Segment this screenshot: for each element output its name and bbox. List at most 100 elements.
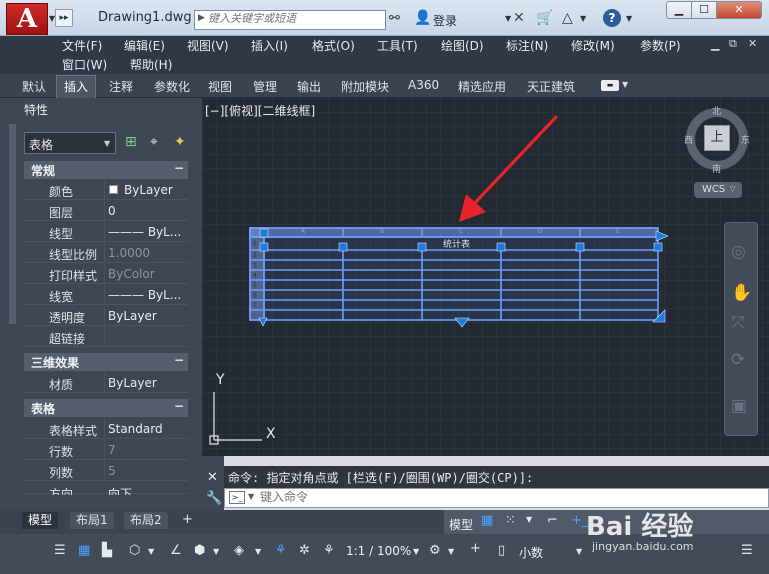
add-layout-button[interactable]: + xyxy=(182,512,193,527)
search-input[interactable] xyxy=(208,12,383,25)
zoom-extents-icon[interactable]: ⤧ xyxy=(731,313,745,333)
user-icon[interactable]: 👤 xyxy=(414,10,431,26)
annotation-monitor-icon[interactable]: + xyxy=(470,541,481,556)
snap-icon[interactable]: ⁙ xyxy=(505,513,516,528)
menu-insert[interactable]: 插入(I) xyxy=(251,37,288,54)
tab-insert[interactable]: 插入 xyxy=(64,78,88,95)
menu-dimension[interactable]: 标注(N) xyxy=(506,37,548,54)
tab-featured-apps[interactable]: 精选应用 xyxy=(458,78,506,95)
menu-lines-icon[interactable]: ☰ xyxy=(54,543,66,558)
collapse-icon[interactable]: − xyxy=(174,353,184,367)
maximize-button[interactable]: ☐ xyxy=(691,1,717,19)
toggle-pickadd-icon[interactable]: ⊞ xyxy=(125,134,137,150)
doc-minimize-button[interactable]: ▁ xyxy=(711,38,719,51)
isometric-icon[interactable]: ⬡ xyxy=(129,543,140,558)
drawing-canvas[interactable] xyxy=(202,98,769,456)
close-button[interactable]: ✕ xyxy=(716,1,762,19)
scale-caret-icon[interactable]: ▼ xyxy=(413,547,419,556)
snap-mode-icon[interactable]: ▙ xyxy=(102,543,112,558)
quick-select-icon[interactable]: ✦ xyxy=(174,134,186,150)
annotation-visibility-icon[interactable]: ⚘ xyxy=(275,543,287,558)
command-prompt-icon[interactable]: >_ xyxy=(229,491,245,504)
application-menu-button[interactable]: A xyxy=(6,3,48,35)
doc-close-button[interactable]: ✕ xyxy=(748,37,757,50)
login-caret-icon[interactable]: ▼ xyxy=(505,14,511,23)
tab-manage[interactable]: 管理 xyxy=(253,78,277,95)
workspace-gear-icon[interactable]: ⚙ xyxy=(429,543,441,558)
auto-scale-icon[interactable]: ✲ xyxy=(299,543,310,558)
ribbon-minimize-button[interactable]: ▬ xyxy=(601,80,619,91)
menu-view[interactable]: 视图(V) xyxy=(187,37,229,54)
search-expand-icon[interactable]: ▶ xyxy=(198,13,205,23)
wrench-icon[interactable]: 🔧 xyxy=(206,491,222,506)
grid-icon[interactable]: ▦ xyxy=(481,513,493,528)
cart-icon[interactable]: 🛒 xyxy=(536,10,553,26)
customize-icon[interactable]: ☰ xyxy=(741,543,753,558)
menu-file[interactable]: 文件(F) xyxy=(62,37,102,54)
tab-default[interactable]: 默认 xyxy=(22,78,46,95)
menu-draw[interactable]: 绘图(D) xyxy=(441,37,484,54)
compass-east[interactable]: 东 xyxy=(741,133,750,146)
object-snap-3d-icon[interactable]: ⬢ xyxy=(194,543,205,558)
osnap-caret-icon[interactable]: ▼ xyxy=(213,547,219,556)
annotation-scale-icon[interactable]: ⚘ xyxy=(323,543,335,558)
compass-north[interactable]: 北 xyxy=(712,104,721,117)
login-button[interactable]: 登录 xyxy=(433,12,457,29)
compass-south[interactable]: 南 xyxy=(712,162,721,175)
tab-layout2[interactable]: 布局2 xyxy=(124,512,168,529)
minimize-button[interactable]: ▁ xyxy=(666,1,692,19)
infer-constraints-icon[interactable]: ⌐ xyxy=(547,513,558,528)
showmotion-icon[interactable]: ▣ xyxy=(731,396,747,416)
a360-icon[interactable]: △ xyxy=(562,10,573,26)
menu-window[interactable]: 窗口(W) xyxy=(62,56,107,73)
viewport-controls[interactable]: [−][俯视][二维线框] xyxy=(205,102,315,119)
tab-annotate[interactable]: 注释 xyxy=(109,78,133,95)
pan-hand-icon[interactable]: ✋ xyxy=(731,283,752,303)
model-space-button[interactable]: 模型 xyxy=(449,516,473,533)
viewcube-face-top[interactable]: 上 xyxy=(704,125,730,151)
tab-output[interactable]: 输出 xyxy=(297,78,321,95)
units-value[interactable]: 小数 xyxy=(519,544,543,561)
tab-parametric[interactable]: 参数化 xyxy=(154,78,190,95)
object-snap-tracking-icon[interactable]: ◈ xyxy=(234,543,244,558)
units-caret-icon[interactable]: ▼ xyxy=(576,547,582,556)
chevron-down-icon[interactable]: ▼ xyxy=(248,492,254,501)
workspace-caret-icon[interactable]: ▼ xyxy=(448,547,454,556)
menu-format[interactable]: 格式(O) xyxy=(312,37,355,54)
tab-model[interactable]: 模型 xyxy=(22,512,59,529)
menu-parametric[interactable]: 参数(P) xyxy=(640,37,681,54)
tab-view[interactable]: 视图 xyxy=(208,78,232,95)
wcs-caret-icon[interactable]: ▽ xyxy=(730,185,735,193)
exchange-icon[interactable]: ✕ xyxy=(513,10,525,26)
tab-addins[interactable]: 附加模块 xyxy=(341,78,389,95)
select-objects-icon[interactable]: ⌖ xyxy=(150,134,158,150)
menu-edit[interactable]: 编辑(E) xyxy=(124,37,165,54)
tab-layout1[interactable]: 布局1 xyxy=(70,512,114,529)
menu-help[interactable]: 帮助(H) xyxy=(130,56,172,73)
help-button[interactable]: ? xyxy=(603,9,621,27)
tab-a360[interactable]: A360 xyxy=(408,78,439,92)
chevron-down-icon[interactable]: ▼ xyxy=(104,139,110,148)
units-icon[interactable]: ▯ xyxy=(498,543,505,558)
steering-wheel-icon[interactable]: ◎ xyxy=(731,242,746,262)
help-caret-icon[interactable]: ▼ xyxy=(626,14,632,23)
osnap-track-caret-icon[interactable]: ▼ xyxy=(255,547,261,556)
grid-display-icon[interactable]: ▦ xyxy=(78,543,90,558)
palette-side-handle[interactable] xyxy=(9,124,16,324)
quick-access-expand-button[interactable]: ▸▸ xyxy=(55,9,73,27)
collapse-icon[interactable]: − xyxy=(174,161,184,175)
doc-restore-button[interactable]: ⧉ xyxy=(729,37,737,51)
collapse-icon[interactable]: − xyxy=(174,399,184,413)
menu-modify[interactable]: 修改(M) xyxy=(571,37,615,54)
orbit-icon[interactable]: ⟳ xyxy=(731,350,745,370)
binoculars-icon[interactable]: ⚯ xyxy=(389,11,400,26)
snap-caret-icon[interactable]: ▼ xyxy=(526,515,532,524)
isometric-caret-icon[interactable]: ▼ xyxy=(148,547,154,556)
polar-tracking-icon[interactable]: ∠ xyxy=(170,543,182,558)
close-icon[interactable]: ✕ xyxy=(207,470,218,485)
command-input[interactable] xyxy=(260,490,730,504)
compass-west[interactable]: 西 xyxy=(684,133,693,146)
annotation-scale-value[interactable]: 1:1 / 100% xyxy=(346,544,411,558)
menu-tools[interactable]: 工具(T) xyxy=(377,37,418,54)
table-title-cell[interactable]: 统计表 xyxy=(443,237,470,250)
